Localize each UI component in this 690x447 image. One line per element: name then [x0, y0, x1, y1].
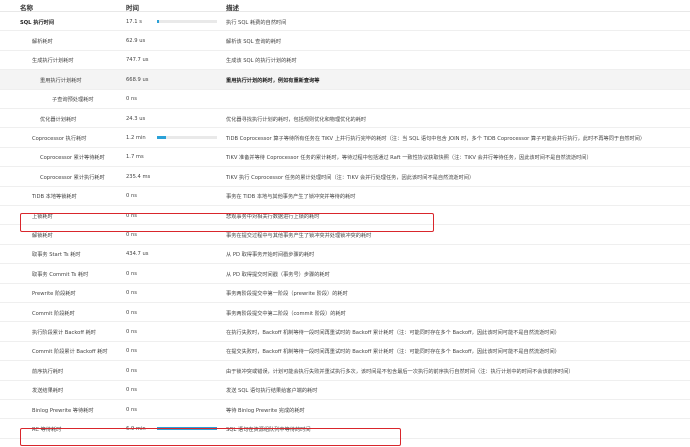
- table-row[interactable]: 优化器计划耗时 24.3 us 优化器寻找执行计划的耗时，包括规则优化和物理优化的耗…: [0, 109, 690, 129]
- duration-bar-fill: [157, 19, 159, 23]
- row-name: 解析耗时: [32, 38, 53, 45]
- row-description: 事务在 TiDB 本地与其他事务产生了锁冲突并等待的耗时: [226, 194, 356, 201]
- row-time: 1.2 min: [126, 134, 146, 141]
- table-row[interactable]: 取事务 Commit Ts 耗时 0 ns 从 PD 取得提交时间戳（事务号）步骤的…: [0, 264, 690, 284]
- table-row[interactable]: Coprocessor 累计等待耗时 1.7 ms TiKV 准备并等待 Copro…: [0, 148, 690, 168]
- row-name: 子查询预处理耗时: [52, 97, 94, 104]
- row-name: Commit 阶段累计 Backoff 耗时: [32, 349, 108, 356]
- table-row[interactable]: Prewrite 阶段耗时 0 ns 事务两阶段提交中第一阶段（prewrite 阶…: [0, 284, 690, 303]
- table-row[interactable]: 发送结果耗时 0 ns 发送 SQL 语句执行结果给客户端的耗时: [0, 381, 690, 400]
- row-name: 取事务 Commit Ts 耗时: [32, 271, 89, 278]
- row-description: TiKV 执行 Coprocessor 任务的累计处理时间（注：TiKV 会并行…: [226, 174, 475, 181]
- row-time: 0 ns: [126, 96, 137, 103]
- table-row[interactable]: 重用执行计划耗时 668.9 us 重用执行计划的耗时，例如有重新查询等: [0, 70, 690, 90]
- row-time: 0 ns: [126, 348, 137, 355]
- row-description: 从 PD 取得提交时间戳（事务号）步骤的耗时: [226, 271, 330, 278]
- row-name: 优化器计划耗时: [40, 116, 77, 123]
- row-description: 优化器寻找执行计划的耗时，包括规则优化和物理优化的耗时: [226, 116, 367, 123]
- header-desc: 描述: [226, 4, 239, 12]
- table-row[interactable]: 前序执行耗时 0 ns 由于锁冲突或错误，计划可能会执行失败并重试执行多次，该时间是…: [0, 361, 690, 381]
- row-time: 0 ns: [126, 270, 137, 277]
- table-row[interactable]: 解析耗时 62.9 us 解析该 SQL 查询的耗时: [0, 31, 690, 51]
- table-row[interactable]: Commit 阶段累计 Backoff 耗时 0 ns 在提交失败时，Backoff…: [0, 342, 690, 362]
- row-time: 0 ns: [126, 231, 137, 238]
- row-time: 668.9 us: [126, 76, 149, 83]
- table-row[interactable]: 上锁耗时 0 ns 悲观事务中对相关行数据进行上锁的耗时: [0, 206, 690, 226]
- row-description: 悲观事务中对相关行数据进行上锁的耗时: [226, 213, 320, 220]
- row-time: 0 ns: [126, 406, 137, 413]
- row-name: 重用执行计划耗时: [40, 77, 82, 84]
- table-header: 名称 时间 描述: [0, 0, 690, 12]
- row-time: 62.9 us: [126, 37, 146, 44]
- row-name: Binlog Prewrite 等待耗时: [32, 407, 94, 414]
- row-description: 生成该 SQL 的执行计划的耗时: [226, 58, 297, 65]
- row-name: TiDB 本地等锁耗时: [32, 194, 77, 201]
- row-description: TiDB Coprocessor 算子等待所有任务在 TiKV 上并行执行完毕的…: [226, 135, 646, 142]
- row-time: 0 ns: [126, 212, 137, 219]
- row-time: 0 ns: [126, 309, 137, 316]
- row-description: 等待 Binlog Prewrite 完成的耗时: [226, 407, 305, 414]
- row-time: 235.4 ms: [126, 173, 151, 180]
- row-time: 1.7 ms: [126, 154, 144, 161]
- table-row[interactable]: Coprocessor 执行耗时 1.2 min TiDB Coprocessor …: [0, 128, 690, 148]
- table-row[interactable]: TiDB 本地等锁耗时 0 ns 事务在 TiDB 本地与其他事务产生了锁冲突并等待…: [0, 187, 690, 206]
- table-row[interactable]: 执行阶段累计 Backoff 耗时 0 ns 在执行失败时，Backoff 机制等待…: [0, 322, 690, 342]
- row-time: 0 ns: [126, 193, 137, 200]
- row-name: 发送结果耗时: [32, 388, 64, 395]
- row-name: 取事务 Start Ts 耗时: [32, 252, 81, 259]
- row-name: SQL 执行时间: [20, 19, 55, 26]
- row-time: 24.3 us: [126, 115, 146, 122]
- row-name: 前序执行耗时: [32, 368, 64, 375]
- row-description: 事务两阶段提交中第一阶段（prewrite 阶段）的耗时: [226, 291, 348, 298]
- table-row[interactable]: 解锁耗时 0 ns 事务在提交过程中与其他事务产生了锁冲突并处理锁冲突的耗时: [0, 225, 690, 245]
- row-time: 0 ns: [126, 328, 137, 335]
- row-name: RC 等待耗时: [32, 426, 62, 433]
- row-description: 事务两阶段提交中第二阶段（commit 阶段）的耗时: [226, 310, 346, 317]
- row-description: TiKV 准备并等待 Coprocessor 任务的累计耗时，等待过程中包括通过…: [226, 155, 592, 162]
- row-name: 执行阶段累计 Backoff 耗时: [32, 329, 96, 336]
- row-name: 解锁耗时: [32, 232, 53, 239]
- row-time: 0 ns: [126, 290, 137, 297]
- row-description: 发送 SQL 语句执行结果给客户端的耗时: [226, 388, 318, 395]
- row-name: Prewrite 阶段耗时: [32, 291, 76, 298]
- table-row[interactable]: RC 等待耗时 6.9 min SQL 语句在资源组队列中等待的时间: [0, 419, 690, 439]
- duration-bar: [157, 135, 217, 140]
- row-description: 在提交失败时，Backoff 机制等待一段时间再重试时的 Backoff 累计耗…: [226, 349, 560, 356]
- duration-bar-fill: [157, 426, 217, 431]
- row-description: 由于锁冲突或错误，计划可能会执行失败并重试执行多次，该时间是不包含最后一次执行的…: [226, 368, 574, 375]
- table-row[interactable]: 子查询预处理耗时 0 ns: [0, 90, 690, 109]
- row-time: 6.9 min: [126, 425, 146, 432]
- duration-bar: [157, 19, 217, 23]
- row-name: Commit 阶段耗时: [32, 310, 75, 317]
- row-description: 解析该 SQL 查询的耗时: [226, 38, 282, 45]
- row-description: 执行 SQL 耗费的自然时间: [226, 19, 287, 26]
- header-name: 名称: [20, 4, 33, 12]
- duration-bar-fill: [157, 135, 166, 140]
- row-description: SQL 语句在资源组队列中等待的时间: [226, 426, 311, 433]
- row-time: 434.7 us: [126, 251, 149, 258]
- table-row[interactable]: Coprocessor 累计执行耗时 235.4 ms TiKV 执行 Coproc…: [0, 167, 690, 187]
- row-name: 生成执行计划耗时: [32, 58, 74, 65]
- row-time: 0 ns: [126, 387, 137, 394]
- row-time: 747.7 us: [126, 57, 149, 64]
- row-description: 在执行失败时，Backoff 机制等待一段时间再重试时的 Backoff 累计耗…: [226, 329, 560, 336]
- table-row[interactable]: Commit 阶段耗时 0 ns 事务两阶段提交中第二阶段（commit 阶段）的耗…: [0, 303, 690, 323]
- row-description: 重用执行计划的耗时，例如有重新查询等: [226, 77, 320, 84]
- duration-bar: [157, 426, 217, 431]
- row-description: 从 PD 取得事务开始时间戳步骤的耗时: [226, 252, 315, 259]
- row-name: 上锁耗时: [32, 213, 53, 220]
- table-row[interactable]: 生成执行计划耗时 747.7 us 生成该 SQL 的执行计划的耗时: [0, 51, 690, 71]
- row-description: 事务在提交过程中与其他事务产生了锁冲突并处理锁冲突的耗时: [226, 232, 372, 239]
- row-name: Coprocessor 累计等待耗时: [40, 155, 105, 162]
- table-row[interactable]: 取事务 Start Ts 耗时 434.7 us 从 PD 取得事务开始时间戳步骤的…: [0, 245, 690, 265]
- row-name: Coprocessor 累计执行耗时: [40, 174, 105, 181]
- table-row[interactable]: Binlog Prewrite 等待耗时 0 ns 等待 Binlog Prewri…: [0, 400, 690, 420]
- header-time: 时间: [126, 4, 139, 12]
- row-time: 0 ns: [126, 367, 137, 374]
- row-time: 17.1 s: [126, 18, 142, 25]
- row-name: Coprocessor 执行耗时: [32, 135, 87, 142]
- table-row[interactable]: SQL 执行时间 17.1 s 执行 SQL 耗费的自然时间: [0, 12, 690, 32]
